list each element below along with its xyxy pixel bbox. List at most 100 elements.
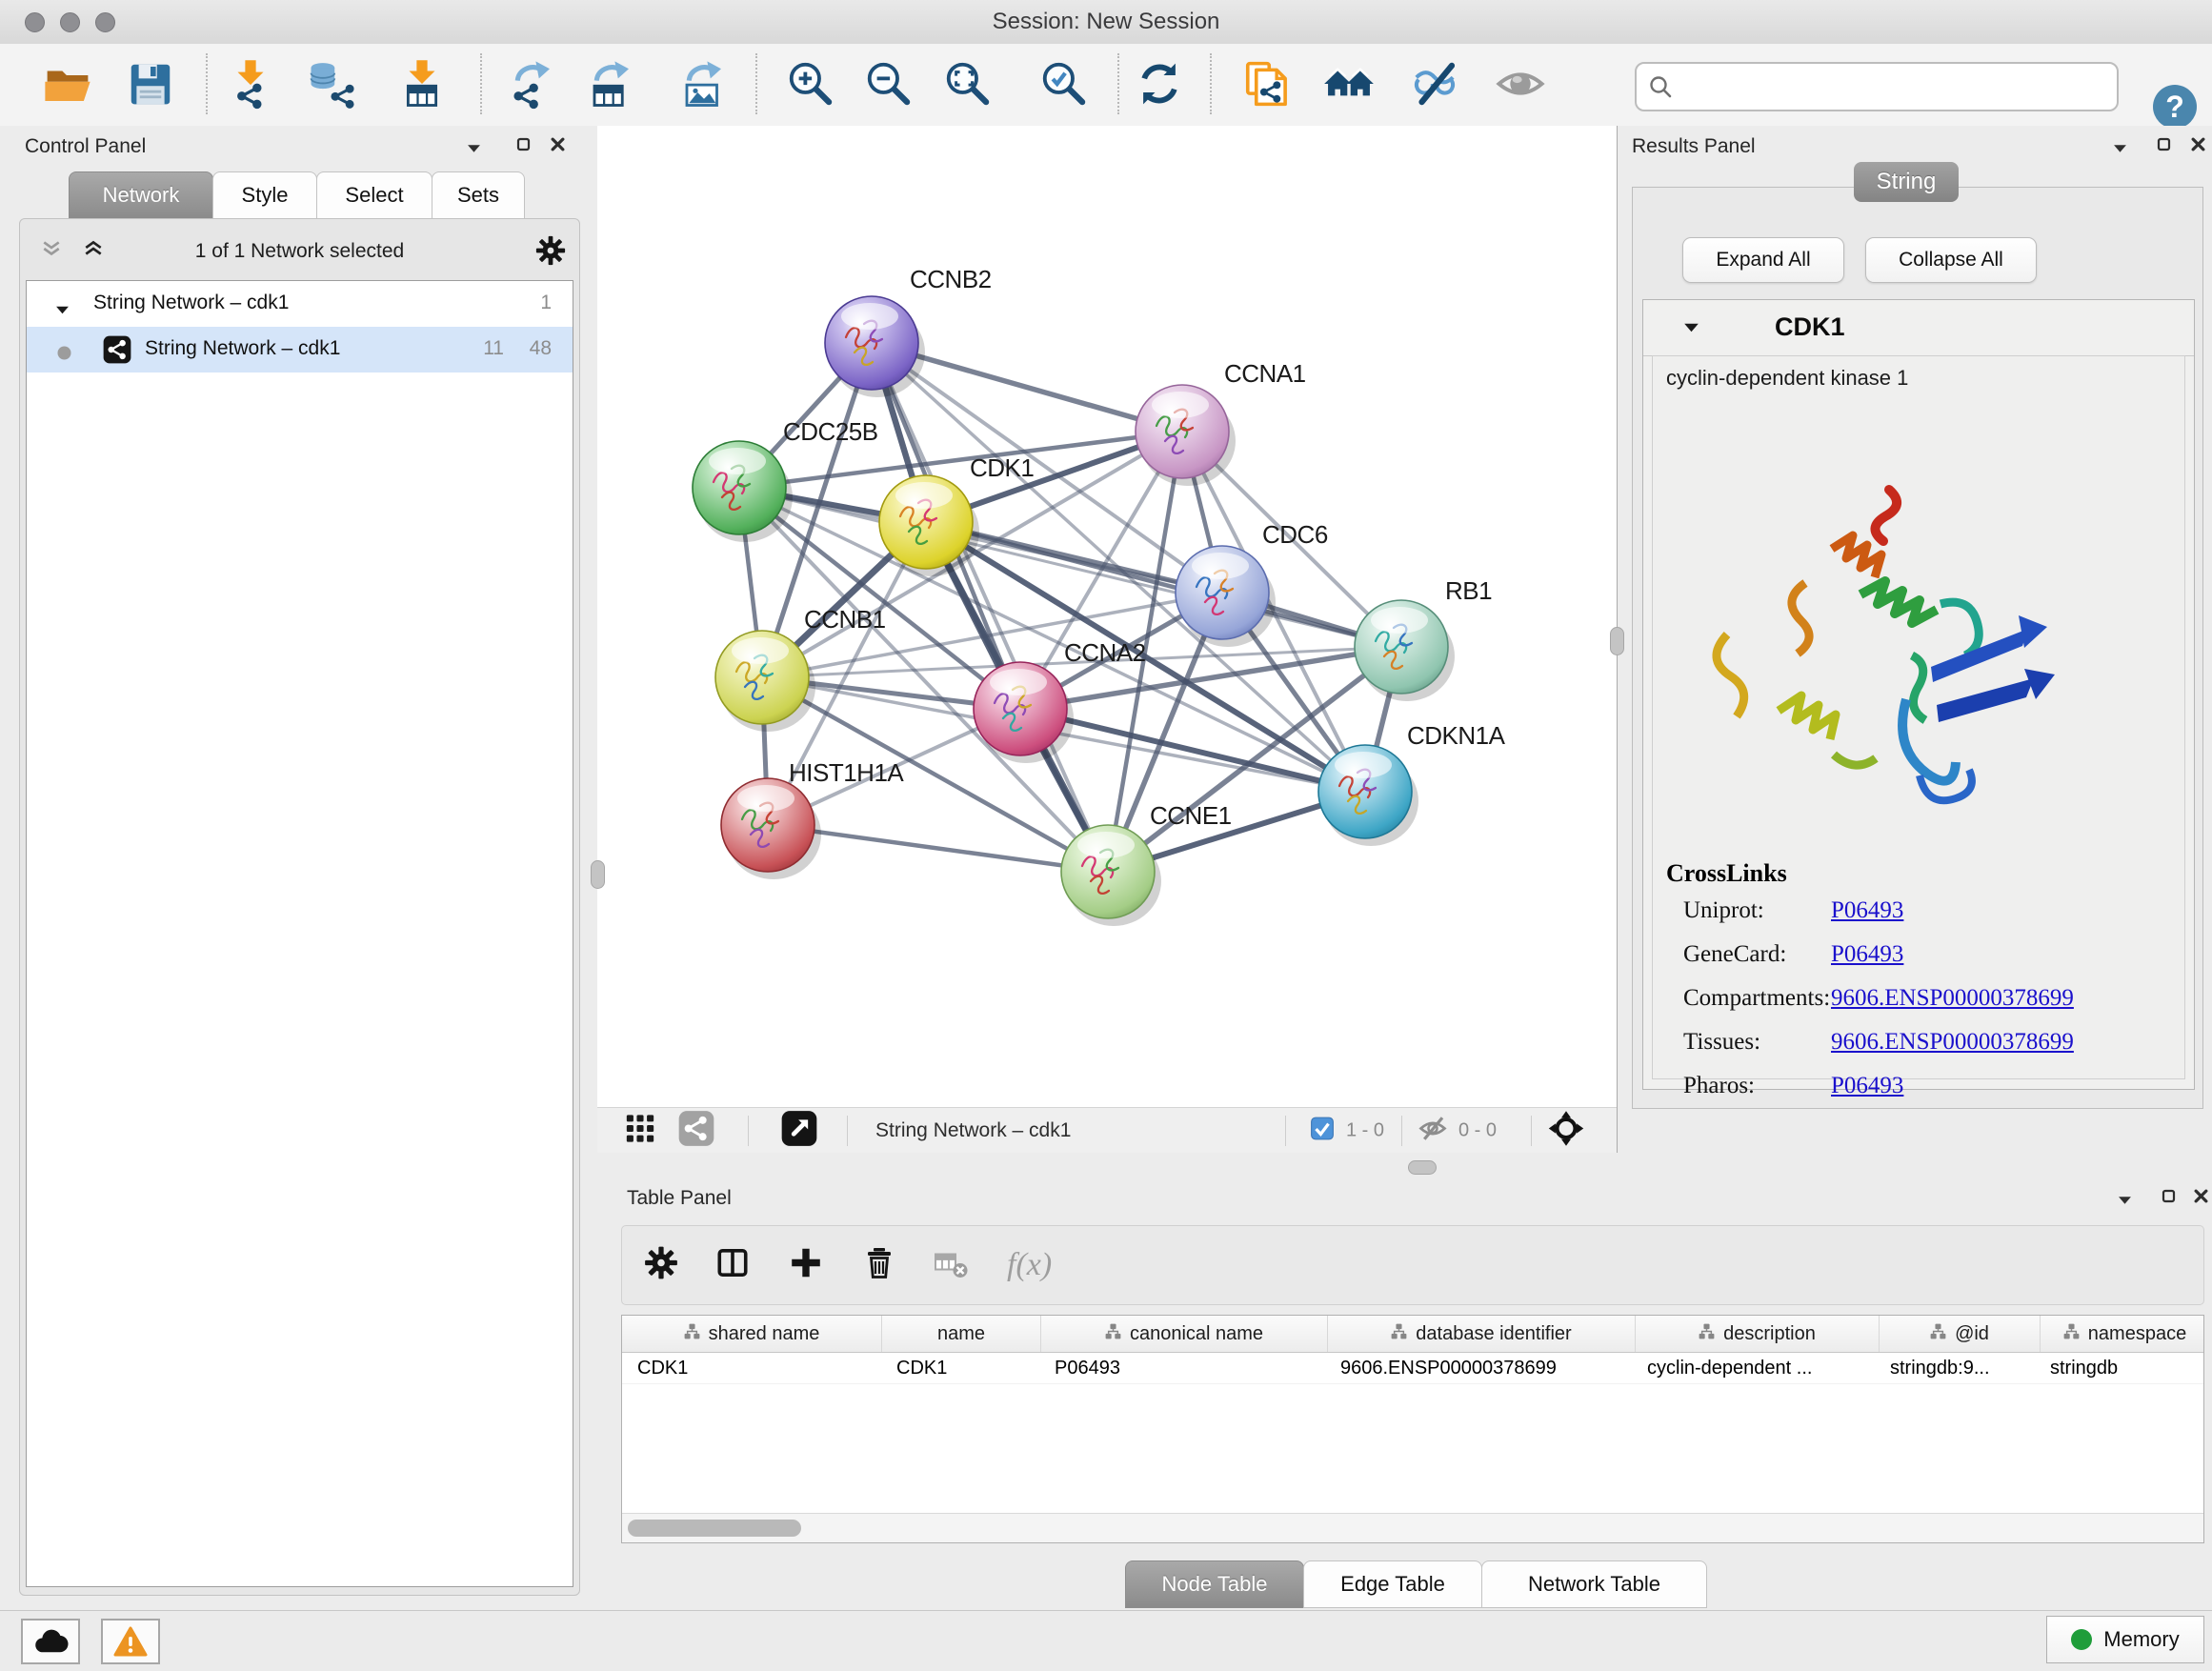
memory-label: Memory: [2103, 1627, 2179, 1652]
column-header-description[interactable]: description: [1636, 1316, 1880, 1352]
crosslink-link[interactable]: 9606.ENSP00000378699: [1831, 985, 2074, 1011]
node-CDC6[interactable]: CDC6: [1176, 520, 1328, 647]
application-window: Session: New Session ? Control Panel Net…: [0, 0, 2212, 1671]
birds-eye-view-icon[interactable]: [1548, 1111, 1584, 1152]
table-cell[interactable]: CDK1: [622, 1353, 881, 1383]
tab-select[interactable]: Select: [316, 171, 432, 219]
fit-content-icon[interactable]: [942, 57, 994, 111]
table-cell[interactable]: stringdb:9...: [1875, 1353, 2035, 1383]
network-options-gear-icon[interactable]: [534, 234, 567, 272]
expand-all-button[interactable]: Expand All: [1682, 237, 1844, 283]
string-import-file-icon[interactable]: [1241, 57, 1293, 111]
node-CDK1[interactable]: CDK1: [879, 453, 1034, 576]
table-cell[interactable]: stringdb: [2035, 1353, 2203, 1383]
crosslink-link[interactable]: 9606.ENSP00000378699: [1831, 1029, 2074, 1055]
panel-close-icon[interactable]: [551, 137, 565, 156]
import-table-file-icon[interactable]: [396, 57, 448, 111]
search-input[interactable]: [1673, 68, 2117, 106]
panel-float-icon[interactable]: [2157, 137, 2171, 156]
left-splitter-handle[interactable]: [591, 860, 605, 889]
bottom-splitter-handle[interactable]: [1408, 1160, 1437, 1175]
collapse-all-button[interactable]: Collapse All: [1865, 237, 2037, 283]
node-CCNA1[interactable]: CCNA1: [1136, 359, 1306, 486]
panel-float-icon[interactable]: [516, 137, 531, 156]
import-network-database-icon[interactable]: [307, 57, 358, 111]
node-label-CCNB2: CCNB2: [910, 265, 992, 293]
create-column-icon[interactable]: [788, 1245, 824, 1286]
network-view[interactable]: CCNB2 CCNA1 CDC25B CDK1: [597, 126, 1617, 1153]
automation-button[interactable]: [21, 1619, 80, 1664]
right-splitter-handle[interactable]: [1610, 627, 1624, 655]
panel-menu-icon[interactable]: [2113, 141, 2127, 158]
table-horizontal-scrollbar[interactable]: [622, 1513, 2203, 1542]
node-CCNB1[interactable]: CCNB1: [715, 605, 886, 732]
panel-menu-icon[interactable]: [467, 141, 481, 158]
string-badge-icon[interactable]: [677, 1110, 715, 1153]
column-label: description: [1723, 1323, 1816, 1345]
hidden-eye-icon[interactable]: [1418, 1115, 1447, 1148]
selected-checkbox-icon[interactable]: [1310, 1117, 1335, 1146]
export-image-icon[interactable]: [678, 57, 730, 111]
network-row-selected[interactable]: String Network – cdk1 11 48: [27, 327, 573, 372]
network-view-title: String Network – cdk1: [875, 1119, 1071, 1142]
open-session-icon[interactable]: [42, 57, 93, 111]
column-header-name[interactable]: name: [882, 1316, 1041, 1352]
zoom-in-icon[interactable]: [785, 57, 836, 111]
main-toolbar: ?: [0, 44, 2212, 127]
table-cell[interactable]: 9606.ENSP00000378699: [1325, 1353, 1632, 1383]
collapse-entry-icon[interactable]: [1683, 321, 1699, 338]
node-HIST1H1A[interactable]: HIST1H1A: [721, 758, 904, 879]
flat-effect-icon[interactable]: [1495, 57, 1546, 111]
tab-network-table[interactable]: Network Table: [1481, 1560, 1707, 1608]
table-cell[interactable]: CDK1: [881, 1353, 1039, 1383]
delete-column-icon[interactable]: [862, 1245, 896, 1286]
column-header-database-identifier[interactable]: database identifier: [1328, 1316, 1636, 1352]
scrollbar-thumb[interactable]: [628, 1520, 801, 1537]
help-button[interactable]: ?: [2153, 85, 2197, 129]
table-cell[interactable]: P06493: [1039, 1353, 1325, 1383]
tab-sets[interactable]: Sets: [432, 171, 525, 219]
tab-node-table[interactable]: Node Table: [1125, 1560, 1304, 1608]
save-session-icon[interactable]: [125, 57, 176, 111]
network-canvas[interactable]: CCNB2 CCNA1 CDC25B CDK1: [597, 126, 1617, 1107]
memory-button[interactable]: Memory: [2046, 1616, 2204, 1663]
tab-edge-table[interactable]: Edge Table: [1303, 1560, 1482, 1608]
column-header-shared-name[interactable]: shared name: [622, 1316, 882, 1352]
panel-float-icon[interactable]: [2162, 1189, 2176, 1208]
export-table-icon[interactable]: [586, 57, 637, 111]
column-header-namespace[interactable]: namespace: [2041, 1316, 2204, 1352]
panel-close-icon[interactable]: [2194, 1189, 2208, 1208]
zoom-selected-icon[interactable]: [1038, 57, 1090, 111]
gene-header[interactable]: CDK1: [1643, 300, 2194, 356]
open-in-browser-icon[interactable]: [780, 1110, 818, 1153]
column-header--id[interactable]: @id: [1880, 1316, 2041, 1352]
network-collection-row[interactable]: String Network – cdk1 1: [27, 281, 573, 327]
panel-close-icon[interactable]: [2191, 137, 2205, 156]
show-columns-icon[interactable]: [714, 1245, 752, 1286]
node-RB1[interactable]: RB1: [1355, 576, 1492, 701]
search-field[interactable]: [1635, 62, 2119, 111]
export-network-icon[interactable]: [507, 57, 558, 111]
table-cell[interactable]: cyclin-dependent ...: [1632, 1353, 1875, 1383]
import-network-file-icon[interactable]: [225, 57, 276, 111]
string-home-icon[interactable]: [1323, 57, 1375, 111]
glass-effect-icon[interactable]: [1409, 57, 1460, 111]
table-options-gear-icon[interactable]: [643, 1245, 679, 1286]
node-CCNB2[interactable]: CCNB2: [825, 265, 992, 397]
panel-menu-icon[interactable]: [2118, 1193, 2132, 1210]
crosslink-link[interactable]: P06493: [1831, 897, 1903, 923]
grid-view-icon[interactable]: [624, 1113, 656, 1150]
crosslink-link[interactable]: P06493: [1831, 1073, 1903, 1098]
refresh-network-icon[interactable]: [1134, 57, 1185, 111]
tab-string[interactable]: String: [1854, 162, 1959, 202]
node-CDKN1A[interactable]: CDKN1A: [1318, 721, 1506, 846]
crosslink-link[interactable]: P06493: [1831, 941, 1903, 967]
table-row[interactable]: CDK1CDK1P064939606.ENSP00000378699cyclin…: [622, 1353, 2203, 1384]
tree-expand-icon[interactable]: [55, 298, 70, 321]
edge-CCNE1-CCNB2[interactable]: [872, 343, 1108, 872]
warnings-button[interactable]: [101, 1619, 160, 1664]
column-header-canonical-name[interactable]: canonical name: [1041, 1316, 1328, 1352]
tab-style[interactable]: Style: [212, 171, 317, 219]
zoom-out-icon[interactable]: [863, 57, 915, 111]
tab-network[interactable]: Network: [69, 171, 213, 219]
